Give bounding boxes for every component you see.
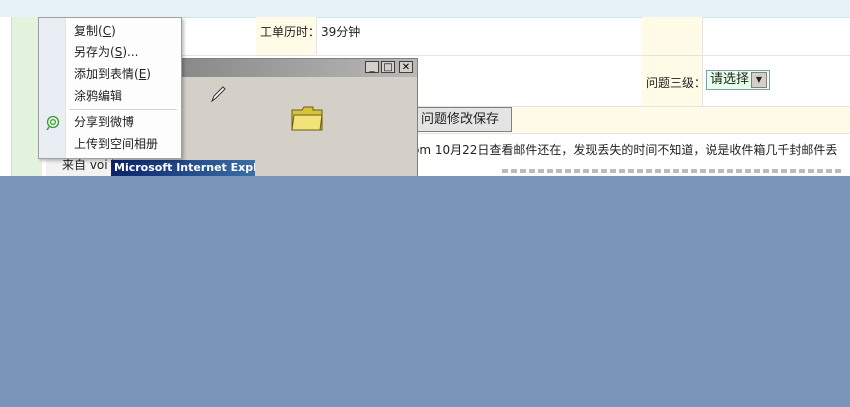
ie-window-caption[interactable]: Microsoft Internet Explor… <box>111 160 255 176</box>
menu-item-label: 涂鸦编辑 <box>74 89 123 103</box>
save-question-button[interactable]: 问题修改保存 <box>408 107 512 132</box>
menu-item-doodle-edit[interactable]: 涂鸦编辑 <box>74 86 122 106</box>
desktop-overlay <box>0 176 850 407</box>
cell-divider <box>316 17 317 55</box>
maximize-button[interactable]: □ <box>381 61 395 73</box>
menu-item-share-weibo[interactable]: 分享到微博 <box>74 112 134 132</box>
close-button[interactable]: ✕ <box>399 61 413 73</box>
menu-suffix: ... <box>127 45 139 59</box>
folder-icon[interactable] <box>291 105 323 131</box>
chevron-down-icon[interactable]: ▼ <box>751 72 767 88</box>
message-text: om 10月22日查看邮件还在，发现丢失的时间不知道，说是收件箱几千封邮件丢 <box>412 143 838 157</box>
menu-item-upload-album[interactable]: 上传到空间相册 <box>74 134 158 154</box>
menu-accel: C <box>102 24 112 38</box>
weibo-share-icon <box>46 115 60 131</box>
message-second-line <box>412 158 848 176</box>
menu-separator <box>69 109 177 110</box>
level3-select-value: 请选择 <box>710 72 750 87</box>
menu-item-save-as[interactable]: 另存为(S)... <box>74 42 138 62</box>
menu-item-label: 分享到微博 <box>74 115 135 129</box>
menu-item-label: 上传到空间相册 <box>74 137 159 151</box>
level3-label: 问题三级： <box>646 76 707 90</box>
menu-accel: S <box>114 45 123 59</box>
work-hours-label: 工单历时： <box>260 25 321 39</box>
menu-icon-gutter <box>39 18 66 158</box>
menu-item-label: 复制 <box>74 24 99 38</box>
menu-item-add-emoticon[interactable]: 添加到表情(E) <box>74 64 151 84</box>
work-hours-value: 39分钟 <box>321 25 361 39</box>
menu-item-copy[interactable]: 复制(C) <box>74 21 116 41</box>
menu-item-label: 另存为 <box>74 45 111 59</box>
cell-divider <box>702 17 703 106</box>
menu-accel: E <box>138 67 147 81</box>
pen-icon <box>210 86 226 103</box>
left-margin <box>0 17 12 176</box>
top-strip <box>0 0 850 18</box>
menu-item-label: 添加到表情 <box>74 67 135 81</box>
context-menu: 复制(C) 另存为(S)... 添加到表情(E) 涂鸦编辑 分享到微博 上传到空… <box>38 17 182 159</box>
level3-label-cell <box>642 17 702 106</box>
minimize-button[interactable]: _ <box>365 61 379 73</box>
